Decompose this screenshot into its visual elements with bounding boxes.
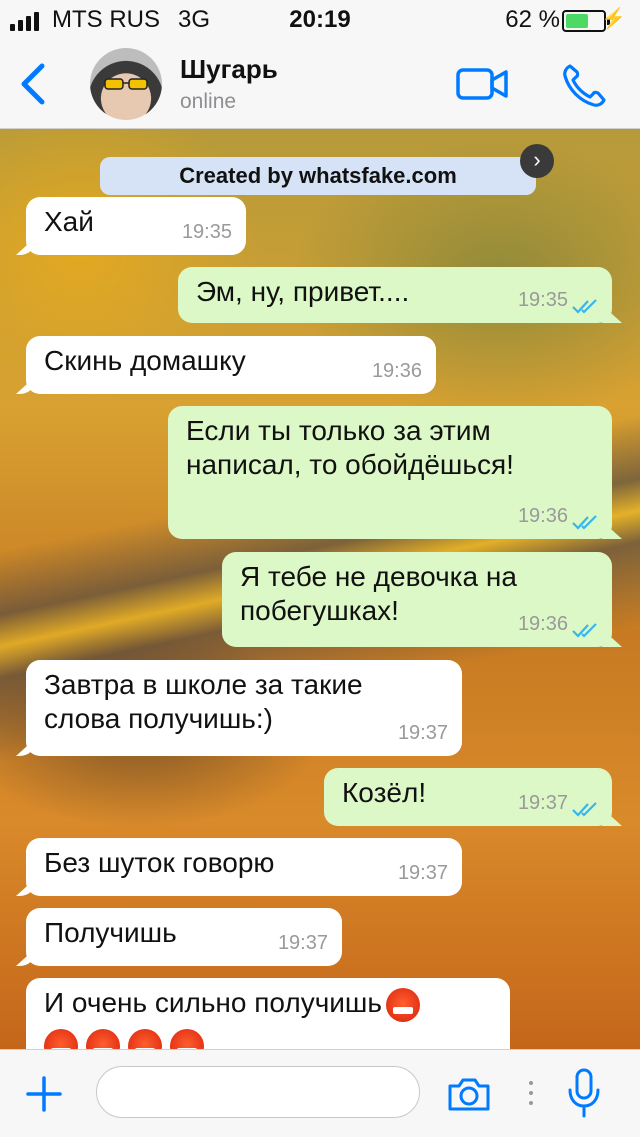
angry-emoji-icon [128, 1029, 162, 1049]
message-time: 19:36 [517, 613, 568, 635]
message-time: 19:37 [277, 932, 328, 954]
battery-percentage: 62 % [505, 6, 560, 33]
message-text: Завтра в школе за такие слова получишь:) [44, 669, 363, 734]
back-chevron-icon[interactable] [14, 60, 54, 108]
microphone-icon[interactable] [566, 1068, 602, 1118]
battery-level-fill [566, 14, 589, 28]
angry-emoji-icon [86, 1029, 120, 1049]
message-text: Получишь [44, 917, 177, 948]
message-text: Скинь домашку [44, 345, 246, 376]
chat-area[interactable]: Created by whatsfake.com › Хай 19:35 Эм,… [0, 129, 640, 1049]
chat-header: Шугарь online [0, 40, 640, 129]
read-receipt-icon [572, 802, 597, 817]
message-bubble-outgoing[interactable]: Эм, ну, привет.... 19:35 [178, 267, 612, 323]
message-time: 19:37 [397, 722, 448, 744]
message-bubble-outgoing[interactable]: Я тебе не девочка на побегушках! 19:36 [222, 552, 612, 647]
message-text: Без шуток говорю [44, 847, 275, 878]
message-bubble-incoming[interactable]: Получишь 19:37 [26, 908, 342, 966]
angry-emoji-icon [170, 1029, 204, 1049]
sunglasses-graphic [104, 78, 148, 90]
contact-name[interactable]: Шугарь [180, 54, 278, 85]
message-time: 19:36 [517, 505, 568, 527]
video-call-icon[interactable] [456, 66, 508, 102]
angry-emoji-icon [385, 987, 420, 1022]
message-text: Если ты только за этим написал, то обойд… [186, 415, 514, 480]
battery-icon [562, 10, 610, 32]
message-text: Эм, ну, привет.... [196, 276, 410, 307]
charging-icon: ⚡ [601, 8, 626, 30]
plus-icon[interactable] [24, 1074, 64, 1114]
message-text: Хай [44, 206, 94, 237]
camera-icon[interactable] [446, 1076, 492, 1112]
watermark-banner: Created by whatsfake.com [100, 157, 536, 195]
message-bubble-outgoing[interactable]: Козёл! 19:37 [324, 768, 612, 826]
message-bubble-incoming[interactable]: Без шуток говорю 19:37 [26, 838, 462, 896]
message-bubble-incoming[interactable]: Хай 19:35 [26, 197, 246, 255]
message-time: 19:35 [181, 221, 232, 243]
message-time: 19:36 [371, 360, 422, 382]
message-input[interactable] [96, 1066, 420, 1118]
message-time: 19:35 [517, 289, 568, 311]
contact-status: online [180, 90, 237, 113]
read-receipt-icon [572, 623, 597, 638]
message-bubble-incoming[interactable]: И очень сильно получишь [26, 978, 510, 1049]
message-bubble-incoming[interactable]: Скинь домашку 19:36 [26, 336, 436, 394]
message-text: Козёл! [342, 777, 427, 808]
avatar[interactable] [90, 48, 162, 120]
message-time: 19:37 [397, 862, 448, 884]
message-input-bar [0, 1049, 640, 1137]
message-time: 19:37 [517, 792, 568, 814]
close-icon[interactable]: › [520, 144, 554, 178]
message-text: И очень сильно получишь [44, 987, 382, 1018]
phone-icon[interactable] [560, 62, 608, 110]
angry-emoji-icon [44, 1029, 78, 1049]
message-bubble-incoming[interactable]: Завтра в школе за такие слова получишь:)… [26, 660, 462, 756]
message-bubble-outgoing[interactable]: Если ты только за этим написал, то обойд… [168, 406, 612, 539]
status-bar: MTS RUS 3G 20:19 62 % ⚡ [0, 0, 640, 40]
read-receipt-icon [572, 515, 597, 530]
read-receipt-icon [572, 299, 597, 314]
more-dots-icon[interactable] [528, 1078, 534, 1108]
